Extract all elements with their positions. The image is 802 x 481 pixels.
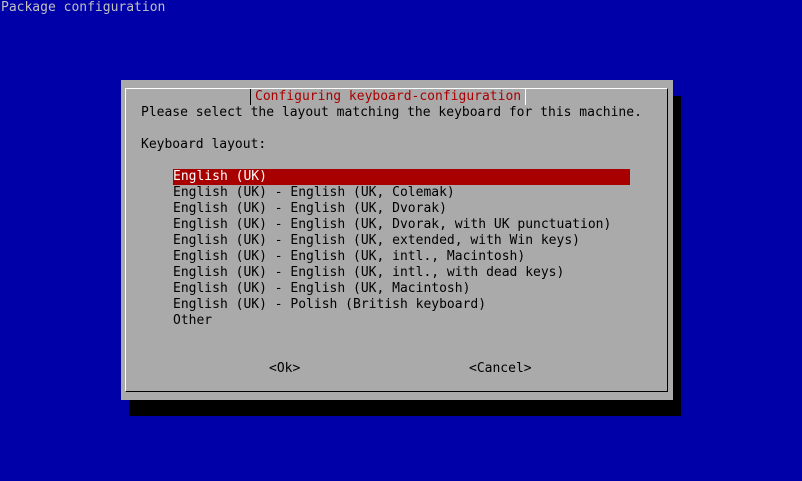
dialog-prompt: Please select the layout matching the ke… [141, 105, 642, 120]
layout-option[interactable]: English (UK) - English (UK, extended, wi… [173, 233, 630, 249]
keyboard-layout-label: Keyboard layout: [141, 137, 267, 152]
layout-option[interactable]: English (UK) - English (UK, Dvorak) [173, 201, 630, 217]
layout-option[interactable]: Other [173, 313, 630, 329]
layout-option[interactable]: English (UK) - English (UK, intl., Macin… [173, 249, 630, 265]
cancel-button[interactable]: <Cancel> [469, 361, 532, 377]
dialog-title: Configuring keyboard-configuration [250, 89, 527, 105]
ok-button[interactable]: <Ok> [269, 361, 300, 377]
config-dialog: Configuring keyboard-configuration Pleas… [121, 80, 673, 400]
screen-title: Package configuration [1, 0, 166, 15]
layout-option[interactable]: English (UK) - English (UK, Macintosh) [173, 281, 630, 297]
layout-option[interactable]: English (UK) [173, 169, 630, 185]
layout-option[interactable]: English (UK) - English (UK, Dvorak, with… [173, 217, 630, 233]
layout-option[interactable]: English (UK) - Polish (British keyboard) [173, 297, 630, 313]
layout-option[interactable]: English (UK) - English (UK, Colemak) [173, 185, 630, 201]
keyboard-layout-list[interactable]: English (UK) English (UK) - English (UK,… [173, 169, 630, 329]
dialog-frame: Configuring keyboard-configuration Pleas… [125, 88, 668, 392]
layout-option[interactable]: English (UK) - English (UK, intl., with … [173, 265, 630, 281]
